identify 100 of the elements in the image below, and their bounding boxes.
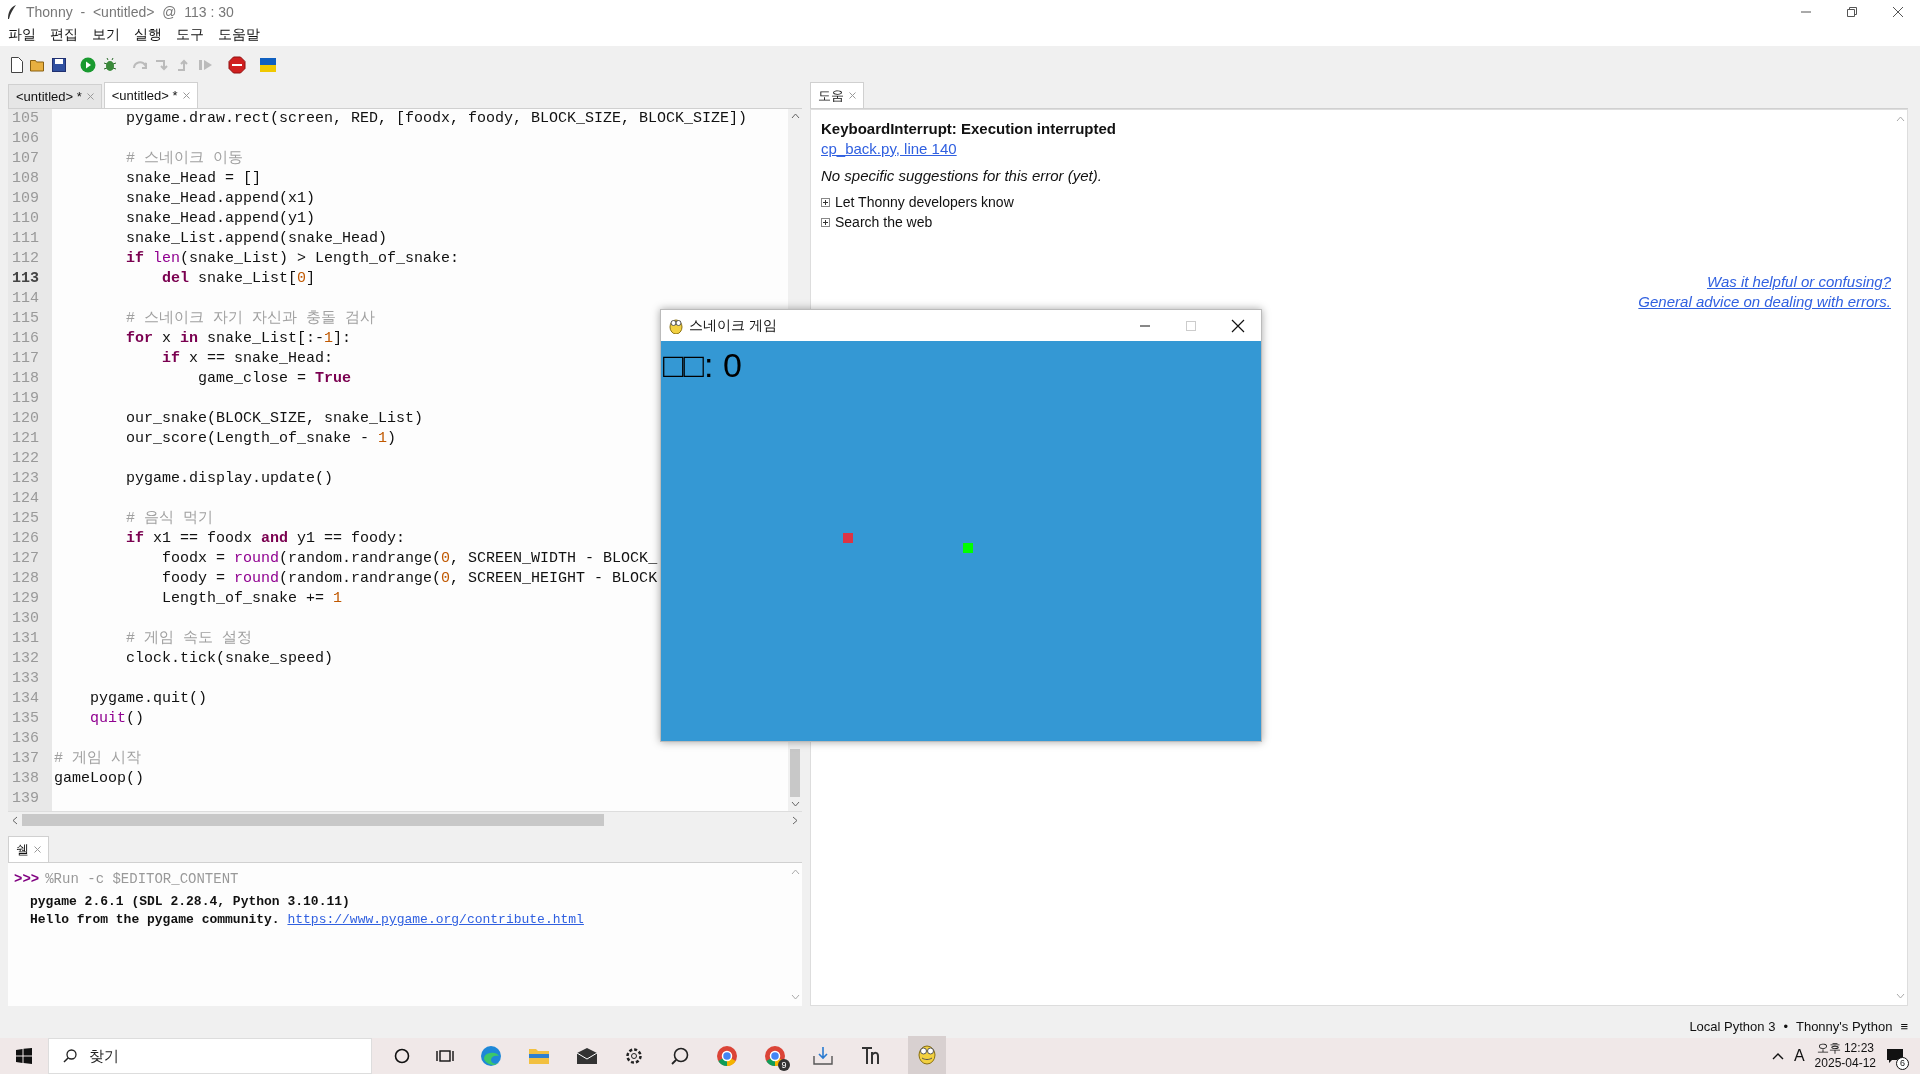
run-icon[interactable] bbox=[80, 57, 96, 73]
menu-item[interactable]: 보기 bbox=[92, 26, 120, 44]
section-toggle[interactable]: Search the web bbox=[835, 214, 933, 230]
feedback-icon[interactable] bbox=[670, 1046, 690, 1066]
window-title: Thonny - <untitled> @ 113 : 30 bbox=[26, 4, 234, 20]
interpreter-label[interactable]: Local Python 3 bbox=[1689, 1018, 1776, 1034]
snake-app-icon[interactable] bbox=[916, 1042, 938, 1065]
count-badge: 9 bbox=[778, 1059, 790, 1071]
line-number: 111 bbox=[12, 229, 40, 249]
gear-icon[interactable] bbox=[624, 1046, 644, 1066]
feedback-link[interactable]: General advice on dealing with errors. bbox=[1638, 292, 1891, 312]
scroll-up-icon[interactable] bbox=[791, 869, 800, 875]
separator-dot: • bbox=[1783, 1018, 1788, 1034]
scroll-thumb[interactable] bbox=[790, 749, 800, 797]
line-number: 123 bbox=[12, 469, 40, 489]
menu-item[interactable]: 도움말 bbox=[218, 26, 260, 44]
line-number: 105 bbox=[12, 109, 40, 129]
close-icon[interactable] bbox=[1231, 318, 1245, 333]
scroll-down-icon[interactable] bbox=[790, 801, 800, 807]
editor-tab[interactable]: <untitled> * bbox=[103, 82, 198, 108]
folder-icon[interactable] bbox=[528, 1046, 550, 1066]
circle-icon[interactable] bbox=[394, 1048, 410, 1064]
menu-item[interactable]: 파일 bbox=[8, 26, 36, 44]
feedback-link[interactable]: Was it helpful or confusing? bbox=[1707, 272, 1891, 292]
line-number: 106 bbox=[12, 129, 40, 149]
code-line: gameLoop() bbox=[54, 769, 144, 789]
code-line: foody = round(random.randrange(0, SCREEN_HEIGHT - BLOCK bbox=[161, 569, 658, 589]
scroll-down-icon[interactable] bbox=[791, 994, 800, 1000]
code-line: # 게임 시작 bbox=[54, 749, 141, 769]
flag-icon[interactable] bbox=[260, 58, 276, 72]
code-line: # 게임 속도 설정 bbox=[125, 629, 253, 649]
browser-icon[interactable] bbox=[480, 1045, 502, 1067]
code-line: if x == snake_Head: bbox=[161, 349, 334, 369]
code-line: snake_Head.append(y1) bbox=[125, 209, 316, 229]
code-line: # 스네이크 이동 bbox=[125, 149, 244, 169]
code-line: quit() bbox=[89, 709, 145, 729]
menu-item[interactable]: 실행 bbox=[134, 26, 162, 44]
download-icon[interactable] bbox=[812, 1046, 834, 1066]
shell-tab[interactable]: 쉘 bbox=[8, 836, 49, 862]
stop-icon[interactable] bbox=[228, 56, 246, 74]
search-field[interactable]: 찾기 bbox=[48, 1038, 372, 1074]
line-number: 136 bbox=[12, 729, 40, 749]
scroll-thumb[interactable] bbox=[22, 814, 605, 826]
expand-icon[interactable] bbox=[821, 197, 830, 207]
window-title: 스네이크 게임 bbox=[689, 316, 777, 335]
line-number: 113 bbox=[12, 269, 40, 289]
line-number: 117 bbox=[12, 349, 40, 369]
code-line: # 음식 먹기 bbox=[125, 509, 214, 529]
line-number: 118 bbox=[12, 369, 40, 389]
scroll-up-icon[interactable] bbox=[1896, 116, 1905, 122]
help-tab[interactable]: 도움 bbox=[810, 82, 864, 108]
windows-icon[interactable] bbox=[16, 1048, 32, 1064]
feather-icon bbox=[6, 4, 18, 20]
chevron-up-icon[interactable] bbox=[1771, 1052, 1784, 1060]
line-number: 126 bbox=[12, 529, 40, 549]
code-line: for x in snake_List[:-1]: bbox=[125, 329, 352, 349]
scroll-up-icon[interactable] bbox=[790, 113, 800, 119]
scroll-left-icon[interactable] bbox=[12, 815, 18, 825]
restore-icon[interactable] bbox=[1846, 6, 1858, 18]
line-number: 134 bbox=[12, 689, 40, 709]
menu-item[interactable]: 도구 bbox=[176, 26, 204, 44]
line-number: 135 bbox=[12, 709, 40, 729]
new-file-icon[interactable] bbox=[10, 57, 24, 73]
line-number: 137 bbox=[12, 749, 40, 769]
code-line: pygame.quit() bbox=[89, 689, 208, 709]
line-number: 107 bbox=[12, 149, 40, 169]
folder-icon[interactable] bbox=[30, 58, 46, 72]
clock-time[interactable]: 오후 12:23 bbox=[1816, 1041, 1874, 1056]
line-number: 120 bbox=[12, 409, 40, 429]
clock-date[interactable]: 2025-04-12 bbox=[1814, 1056, 1876, 1071]
task-view-icon[interactable] bbox=[436, 1048, 454, 1064]
menu-item[interactable]: 편집 bbox=[50, 26, 78, 44]
line-number: 115 bbox=[12, 309, 40, 329]
mail-icon[interactable] bbox=[576, 1047, 598, 1065]
shell-output: pygame 2.6.1 (SDL 2.28.4, Python 3.10.11) bbox=[30, 893, 351, 911]
save-icon[interactable] bbox=[52, 58, 66, 72]
score-text: □□: 0 bbox=[663, 345, 742, 385]
python-label[interactable]: Thonny's Python bbox=[1795, 1018, 1893, 1034]
code-line: if x1 == foodx and y1 == foody: bbox=[125, 529, 406, 549]
section-toggle[interactable]: Let Thonny developers know bbox=[835, 194, 1014, 210]
scroll-down-icon[interactable] bbox=[1896, 993, 1905, 999]
shell-panel[interactable]: >>> %Run -c $EDITOR_CONTENT pygame 2.6.1 (SDL 2.28.4, Python 3.10.11) Hello from the pygame community. https://www.pygame.org/contribute.html bbox=[8, 863, 802, 1006]
menu-glyph[interactable]: ≡ bbox=[1900, 1018, 1908, 1034]
ime-indicator[interactable]: A bbox=[1793, 1047, 1805, 1065]
chrome-icon[interactable] bbox=[764, 1045, 786, 1067]
bug-icon[interactable] bbox=[102, 57, 118, 73]
code-line: Length_of_snake += 1 bbox=[161, 589, 343, 609]
scroll-right-icon[interactable] bbox=[792, 815, 798, 825]
line-number: 138 bbox=[12, 769, 40, 789]
notification-icon[interactable] bbox=[1886, 1048, 1904, 1064]
expand-icon[interactable] bbox=[821, 217, 830, 227]
location-link[interactable]: cp_back.py, line 140 bbox=[821, 140, 957, 157]
url-link[interactable]: https://www.pygame.org/contribute.html bbox=[287, 912, 584, 927]
close-icon[interactable] bbox=[1892, 6, 1904, 18]
editor-tab[interactable]: <untitled> * bbox=[8, 84, 102, 108]
line-number: 124 bbox=[12, 489, 40, 509]
line-number: 127 bbox=[12, 549, 40, 569]
shell-command: %Run -c $EDITOR_CONTENT bbox=[45, 871, 239, 887]
code-line: our_score(Length_of_snake - 1) bbox=[125, 429, 397, 449]
typography-icon[interactable] bbox=[860, 1046, 882, 1066]
